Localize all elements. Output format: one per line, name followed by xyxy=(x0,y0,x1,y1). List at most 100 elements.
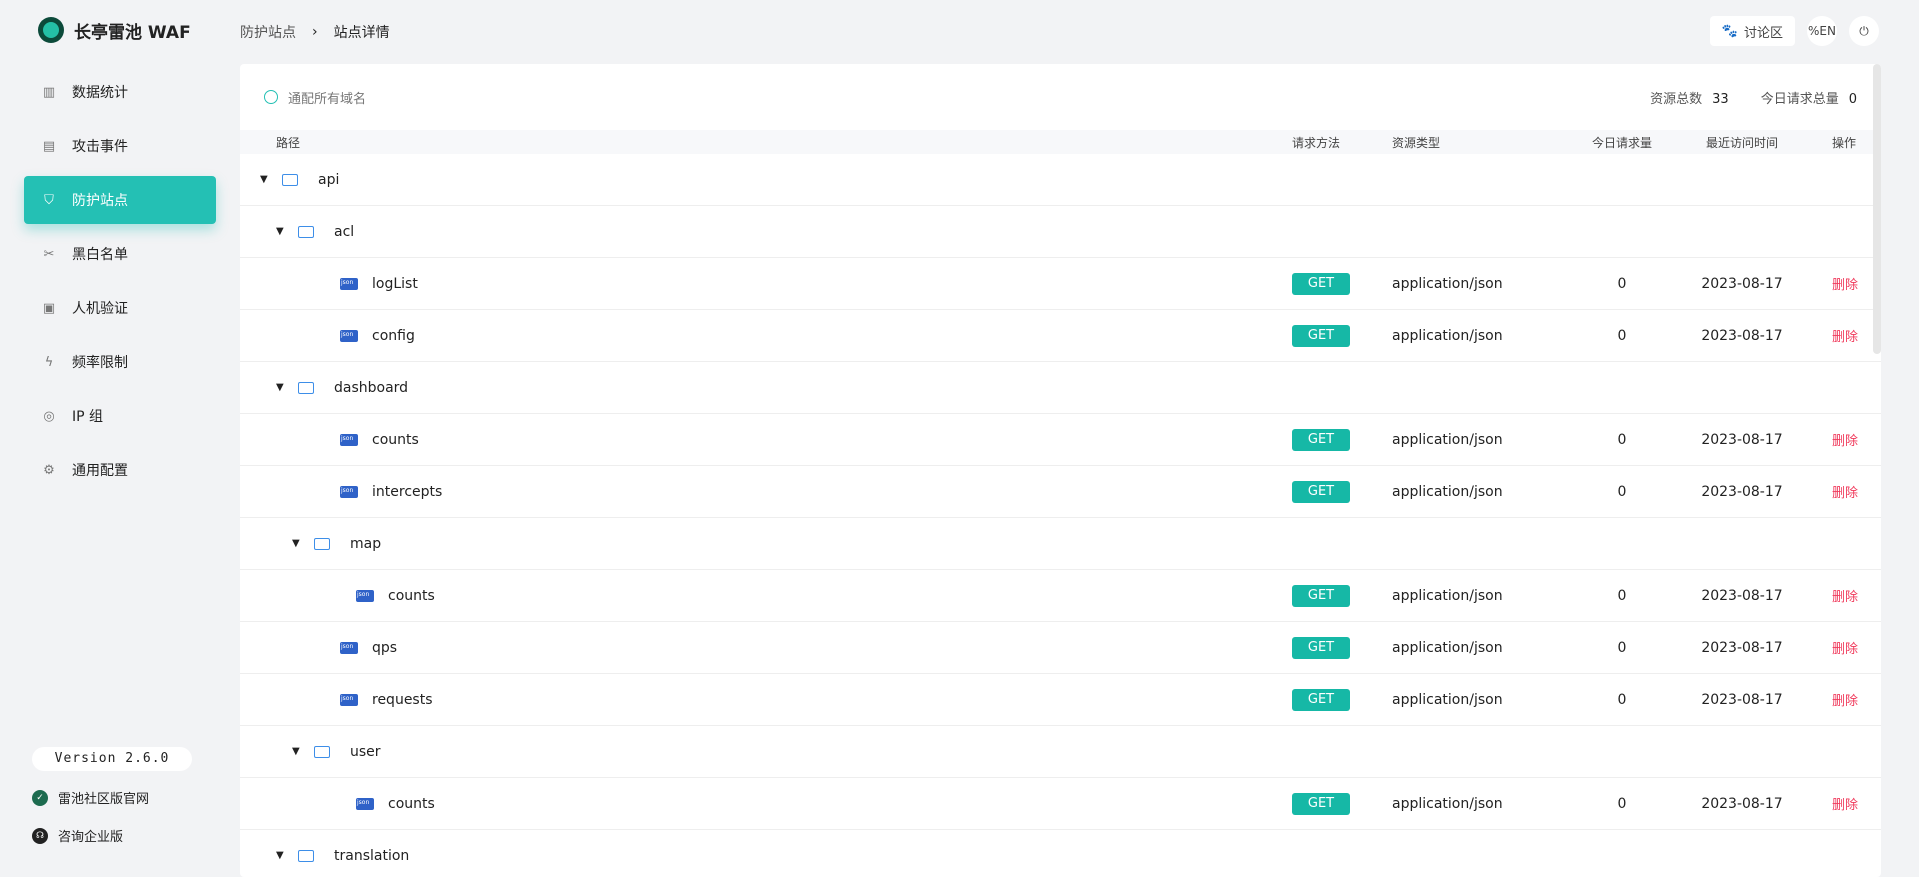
headset-icon: ☊ xyxy=(32,827,48,844)
delete-button[interactable]: 删除 xyxy=(1832,694,1858,709)
sidebar-item-1[interactable]: ▤ 攻击事件 xyxy=(24,122,216,170)
path-cell: logList xyxy=(240,276,1292,292)
path-name: requests xyxy=(372,691,433,708)
delete-button[interactable]: 删除 xyxy=(1832,434,1858,449)
enterprise-link-label: 咨询企业版 xyxy=(58,830,124,845)
caret-down-icon[interactable]: ▼ xyxy=(260,174,276,185)
sidebar-item-0[interactable]: ▥ 数据统计 xyxy=(24,68,216,116)
delete-button[interactable]: 删除 xyxy=(1832,486,1858,501)
caret-down-icon[interactable]: ▼ xyxy=(276,226,292,237)
sidebar-item-label: 数据统计 xyxy=(72,85,128,101)
sidebar-item-3[interactable]: ✂ 黑白名单 xyxy=(24,230,216,278)
path-name: user xyxy=(350,743,381,760)
globe-icon xyxy=(264,90,278,104)
method-cell: GET xyxy=(1292,636,1392,659)
table-row[interactable]: config GET application/json 0 2023-08-17 删除 xyxy=(240,310,1881,362)
table-row[interactable]: ▼ map xyxy=(240,518,1881,570)
table-row[interactable]: ▼ dashboard xyxy=(240,362,1881,414)
sidebar-item-7[interactable]: ⚙ 通用配置 xyxy=(24,446,216,494)
path-cell: ▼ api xyxy=(240,172,1292,188)
path-cell: intercepts xyxy=(240,484,1292,500)
breadcrumb: 防护站点 › 站点详情 xyxy=(240,22,390,42)
table-row[interactable]: counts GET application/json 0 2023-08-17 删除 xyxy=(240,778,1881,830)
col-method: 请求方法 xyxy=(1292,135,1341,150)
table-row[interactable]: intercepts GET application/json 0 2023-08-17… xyxy=(240,466,1881,518)
table-row[interactable]: counts GET application/json 0 2023-08-17 删除 xyxy=(240,570,1881,622)
path-name: translation xyxy=(334,847,410,864)
table-row[interactable]: requests GET application/json 0 2023-08-17 删除 xyxy=(240,674,1881,726)
resource-panel: 通配所有域名 资源总数 33 今日请求总量 0 路径 请求方法 资源类型 今日请求量… xyxy=(240,64,1881,877)
time-cell: 2023-08-17 xyxy=(1701,587,1783,604)
sidebar-item-label: 人机验证 xyxy=(72,301,128,317)
json-file-icon xyxy=(356,797,374,810)
paw-icon: 🐾 xyxy=(1721,23,1738,39)
sidebar-item-5[interactable]: ϟ 频率限制 xyxy=(24,338,216,386)
folder-icon xyxy=(282,173,298,186)
panel-header: 通配所有域名 资源总数 33 今日请求总量 0 xyxy=(240,64,1881,130)
breadcrumb-parent[interactable]: 防护站点 xyxy=(240,22,296,42)
delete-button[interactable]: 删除 xyxy=(1832,330,1858,345)
logout-icon[interactable]: ⏻ xyxy=(1849,16,1879,46)
scrollbar[interactable] xyxy=(1873,64,1881,354)
caret-down-icon[interactable]: ▼ xyxy=(276,850,292,861)
caret-down-icon[interactable]: ▼ xyxy=(292,746,308,757)
method-cell: GET xyxy=(1292,480,1392,503)
path-name: map xyxy=(350,535,382,552)
col-path: 路径 xyxy=(276,135,301,150)
path-cell: requests xyxy=(240,692,1292,708)
path-name: config xyxy=(372,327,415,344)
sidebar-item-6[interactable]: ◎ IP 组 xyxy=(24,392,216,440)
time-cell: 2023-08-17 xyxy=(1701,639,1783,656)
sidebar-item-2[interactable]: ⛉ 防护站点 xyxy=(24,176,216,224)
col-type: 资源类型 xyxy=(1392,135,1441,150)
community-link[interactable]: ✓ 雷池社区版官网 xyxy=(32,788,149,807)
topbar: 防护站点 › 站点详情 🐾 讨论区 %EN ⏻ xyxy=(240,0,1919,62)
table-row[interactable]: ▼ api xyxy=(240,154,1881,206)
method-badge: GET xyxy=(1292,688,1350,711)
delete-button[interactable]: 删除 xyxy=(1832,642,1858,657)
caret-down-icon[interactable]: ▼ xyxy=(292,538,308,549)
table-row[interactable]: ▼ translation xyxy=(240,830,1881,877)
shield-icon: ⛉ xyxy=(44,192,54,208)
op-cell: 删除 xyxy=(1812,326,1881,345)
path-name: api xyxy=(318,171,340,188)
app-title: 长亭雷池 WAF xyxy=(74,22,191,43)
type-cell: application/json xyxy=(1392,431,1503,448)
folder-icon xyxy=(314,745,330,758)
method-cell: GET xyxy=(1292,584,1392,607)
caret-down-icon[interactable]: ▼ xyxy=(276,382,292,393)
app-logo[interactable]: 长亭雷池 WAF xyxy=(38,17,191,43)
domain-filter[interactable]: 通配所有域名 xyxy=(288,88,366,107)
json-file-icon xyxy=(340,693,358,706)
table-row[interactable]: ▼ user xyxy=(240,726,1881,778)
table-row[interactable]: counts GET application/json 0 2023-08-17 删除 xyxy=(240,414,1881,466)
delete-button[interactable]: 删除 xyxy=(1832,590,1858,605)
top-actions: 🐾 讨论区 %EN ⏻ xyxy=(1709,16,1879,46)
path-cell: ▼ user xyxy=(240,744,1292,760)
sidebar-item-label: IP 组 xyxy=(72,409,104,425)
sidebar-item-4[interactable]: ▣ 人机验证 xyxy=(24,284,216,332)
table-row[interactable]: qps GET application/json 0 2023-08-17 删除 xyxy=(240,622,1881,674)
enterprise-link[interactable]: ☊ 咨询企业版 xyxy=(32,826,123,845)
table-row[interactable]: logList GET application/json 0 2023-08-17 删除 xyxy=(240,258,1881,310)
path-cell: ▼ translation xyxy=(240,848,1292,864)
path-name: acl xyxy=(334,223,355,240)
bolt-icon: ϟ xyxy=(44,354,54,370)
method-badge: GET xyxy=(1292,428,1350,451)
count-cell: 0 xyxy=(1617,639,1627,656)
forum-button[interactable]: 🐾 讨论区 xyxy=(1709,16,1795,46)
op-cell: 删除 xyxy=(1812,482,1881,501)
delete-button[interactable]: 删除 xyxy=(1832,798,1858,813)
type-cell: application/json xyxy=(1392,587,1503,604)
json-file-icon xyxy=(340,433,358,446)
forum-label: 讨论区 xyxy=(1743,25,1783,41)
chevron-right-icon: › xyxy=(312,24,318,40)
delete-button[interactable]: 删除 xyxy=(1832,278,1858,293)
table-row[interactable]: ▼ acl xyxy=(240,206,1881,258)
path-cell: qps xyxy=(240,640,1292,656)
path-name: counts xyxy=(388,587,435,604)
bar-chart-icon: ▥ xyxy=(42,84,56,100)
time-cell: 2023-08-17 xyxy=(1701,275,1783,292)
folder-icon xyxy=(298,225,314,238)
language-toggle-button[interactable]: %EN xyxy=(1807,16,1837,46)
